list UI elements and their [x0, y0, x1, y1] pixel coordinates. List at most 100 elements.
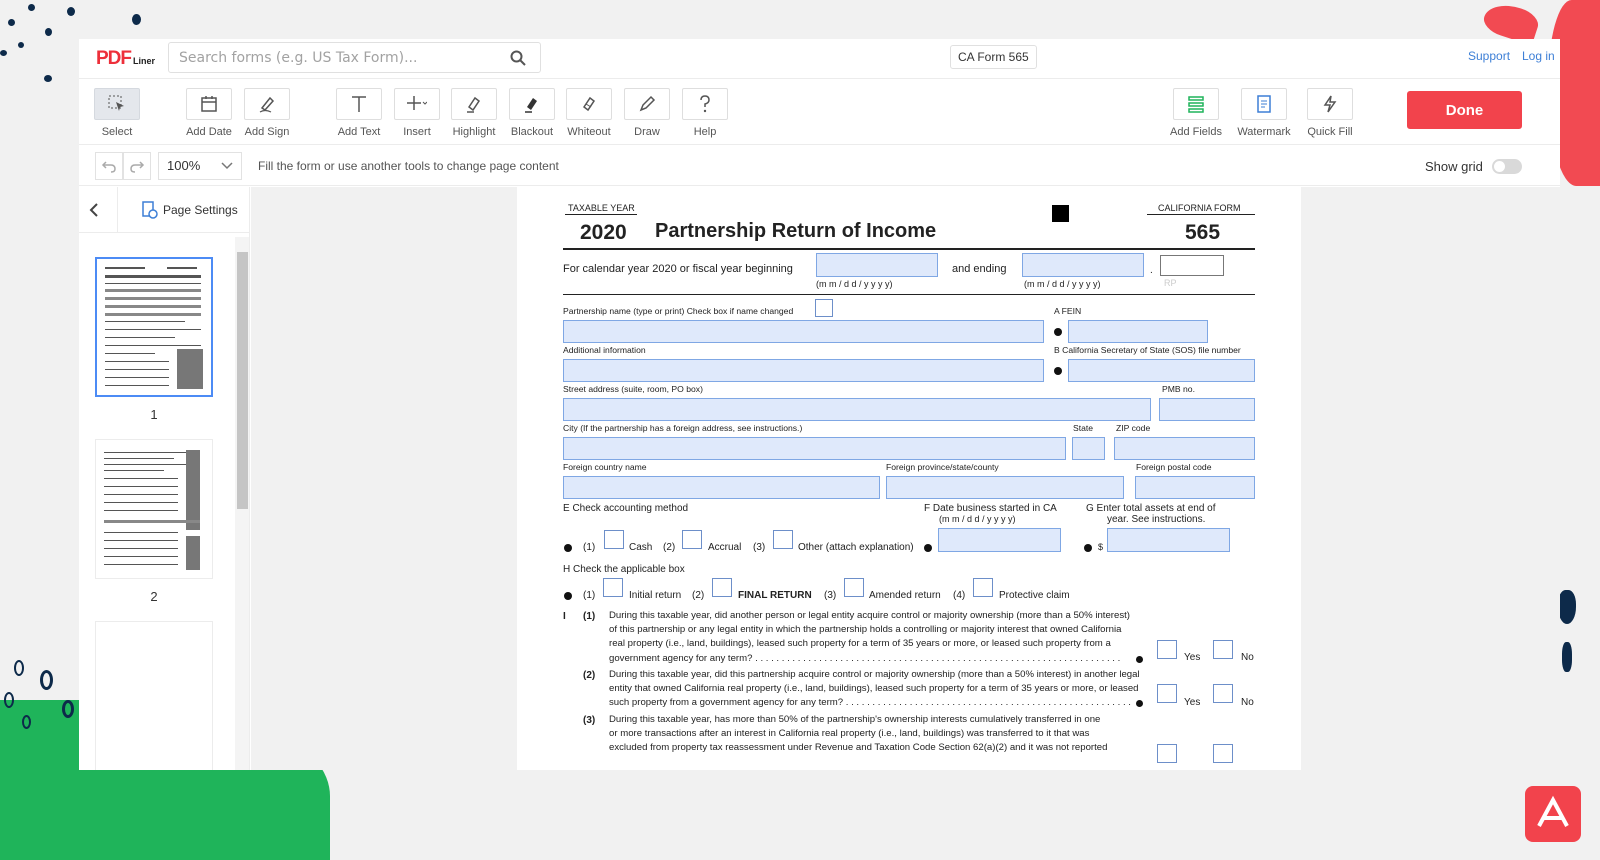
add-text-tool[interactable]: Add Text [327, 88, 391, 138]
watermark-tool[interactable]: Watermark [1232, 88, 1296, 138]
page-number-1: 1 [150, 407, 158, 422]
search-box [168, 42, 541, 73]
search-icon[interactable] [510, 50, 526, 66]
add-sign-tool[interactable]: Add Sign [235, 88, 299, 138]
form-number: 565 [1185, 221, 1221, 244]
panel-header: Page Settings [79, 187, 250, 233]
date-started-field[interactable] [938, 528, 1061, 552]
city-label: City (If the partnership has a foreign a… [563, 423, 803, 433]
thumbnail-scrollbar-thumb[interactable] [237, 252, 248, 509]
zip-label: ZIP code [1116, 423, 1151, 433]
undo-button[interactable] [95, 152, 123, 180]
total-assets-label: G Enter total assets at end of [1086, 503, 1216, 514]
pmb-field[interactable] [1159, 398, 1255, 421]
foreign-country-field[interactable] [563, 476, 880, 499]
foreign-postal-field[interactable] [1135, 476, 1255, 499]
black-square-marker [1052, 205, 1069, 222]
question-1-no-checkbox[interactable] [1213, 640, 1233, 659]
document-viewport: TAXABLE YEAR 2020 Partnership Return of … [251, 187, 1560, 770]
chevron-left-icon[interactable] [88, 202, 100, 218]
question-3-text: During this taxable year, has more than … [609, 714, 1108, 754]
add-date-tool[interactable]: Add Date [177, 88, 241, 138]
highlighter-icon [467, 96, 481, 113]
redo-button[interactable] [123, 152, 151, 180]
foreign-province-field[interactable] [886, 476, 1124, 499]
other-method-label: Other (attach explanation) [798, 542, 914, 553]
blackout-tool[interactable]: Blackout [500, 88, 564, 138]
question-1-yes-checkbox[interactable] [1157, 640, 1177, 659]
city-field[interactable] [563, 437, 1066, 460]
state-field[interactable] [1072, 437, 1105, 460]
fein-label: A FEIN [1054, 306, 1082, 316]
page-number-2: 2 [150, 589, 158, 604]
street-address-field[interactable] [563, 398, 1151, 421]
draw-tool[interactable]: Draw [615, 88, 679, 138]
login-link[interactable]: Log in [1522, 49, 1555, 63]
show-grid-label: Show grid [1425, 159, 1483, 174]
page-settings-button[interactable]: Page Settings [141, 201, 238, 219]
show-grid-toggle[interactable] [1492, 159, 1522, 174]
editor-hint: Fill the form or use another tools to ch… [258, 159, 559, 173]
total-assets-field[interactable] [1107, 528, 1230, 552]
foreign-postal-label: Foreign postal code [1136, 462, 1212, 472]
fiscal-begin-date-field[interactable] [816, 253, 938, 277]
additional-info-label: Additional information [563, 345, 646, 355]
help-tool[interactable]: Help [673, 88, 737, 138]
page-thumbnail-1[interactable] [95, 257, 213, 397]
protective-claim-checkbox[interactable] [973, 578, 993, 597]
tax-year: 2020 [580, 221, 627, 244]
highlight-tool[interactable]: Highlight [442, 88, 506, 138]
foreign-province-label: Foreign province/state/county [886, 462, 999, 472]
page-thumbnail-3[interactable] [95, 621, 213, 770]
zip-code-field[interactable] [1114, 437, 1255, 460]
additional-info-field[interactable] [563, 359, 1044, 382]
page-thumbnail-2[interactable] [95, 439, 213, 579]
final-return-label: FINAL RETURN [738, 590, 812, 601]
blackout-marker-icon [525, 98, 537, 113]
sos-file-number-field[interactable] [1068, 359, 1255, 382]
quick-fill-tool[interactable]: Quick Fill [1298, 88, 1362, 138]
pdfliner-logo[interactable]: PDF Liner [96, 48, 155, 70]
calendar-year-label: For calendar year 2020 or fiscal year be… [563, 263, 793, 275]
document-name-badge: CA Form 565 [950, 45, 1037, 69]
accrual-checkbox[interactable] [682, 530, 702, 549]
top-bar: PDFLiner CA Form 565 Support Log in [79, 39, 1560, 79]
question-3-yes-checkbox[interactable] [1157, 744, 1177, 763]
and-ending-label: and ending [952, 263, 1007, 275]
date-started-label: F Date business started in CA [924, 503, 1057, 514]
begin-date-hint: (m m / d d / y y y y) [816, 279, 893, 289]
name-changed-checkbox[interactable] [815, 299, 833, 317]
final-return-checkbox[interactable] [712, 578, 732, 597]
insert-tool[interactable]: Insert [385, 88, 449, 138]
select-tool[interactable]: Select [85, 88, 149, 138]
initial-return-checkbox[interactable] [603, 578, 623, 597]
question-2-yes-checkbox[interactable] [1157, 684, 1177, 703]
search-input[interactable] [179, 48, 499, 68]
whiteout-tool[interactable]: Whiteout [557, 88, 621, 138]
zoom-select[interactable]: 100% [158, 152, 242, 180]
eraser-icon [582, 96, 596, 112]
amended-return-checkbox[interactable] [844, 578, 864, 597]
fields-icon [1188, 96, 1204, 113]
rp-field[interactable] [1160, 255, 1224, 276]
fein-field[interactable] [1068, 320, 1208, 343]
main-toolbar: Select Add Date Add Sign Add Text Insert… [79, 80, 1560, 145]
question-2-no-checkbox[interactable] [1213, 684, 1233, 703]
street-label: Street address (suite, room, PO box) [563, 384, 703, 394]
form-title: Partnership Return of Income [655, 220, 937, 242]
partnership-name-field[interactable] [563, 320, 1044, 343]
form-page: TAXABLE YEAR 2020 Partnership Return of … [517, 187, 1301, 770]
support-link[interactable]: Support [1468, 49, 1510, 63]
done-button[interactable]: Done [1407, 91, 1522, 129]
date-started-hint: (m m / d d / y y y y) [939, 514, 1016, 524]
other-method-checkbox[interactable] [773, 530, 793, 549]
applicable-box-label: H Check the applicable box [563, 564, 685, 575]
plus-dropdown-icon [407, 96, 427, 110]
add-fields-tool[interactable]: Add Fields [1164, 88, 1228, 138]
cursor-select-icon [108, 95, 124, 111]
question-3-no-checkbox[interactable] [1213, 744, 1233, 763]
fiscal-end-date-field[interactable] [1022, 253, 1144, 277]
accrual-label: Accrual [708, 542, 742, 553]
accounting-method-label: E Check accounting method [563, 503, 689, 514]
cash-checkbox[interactable] [604, 530, 624, 549]
